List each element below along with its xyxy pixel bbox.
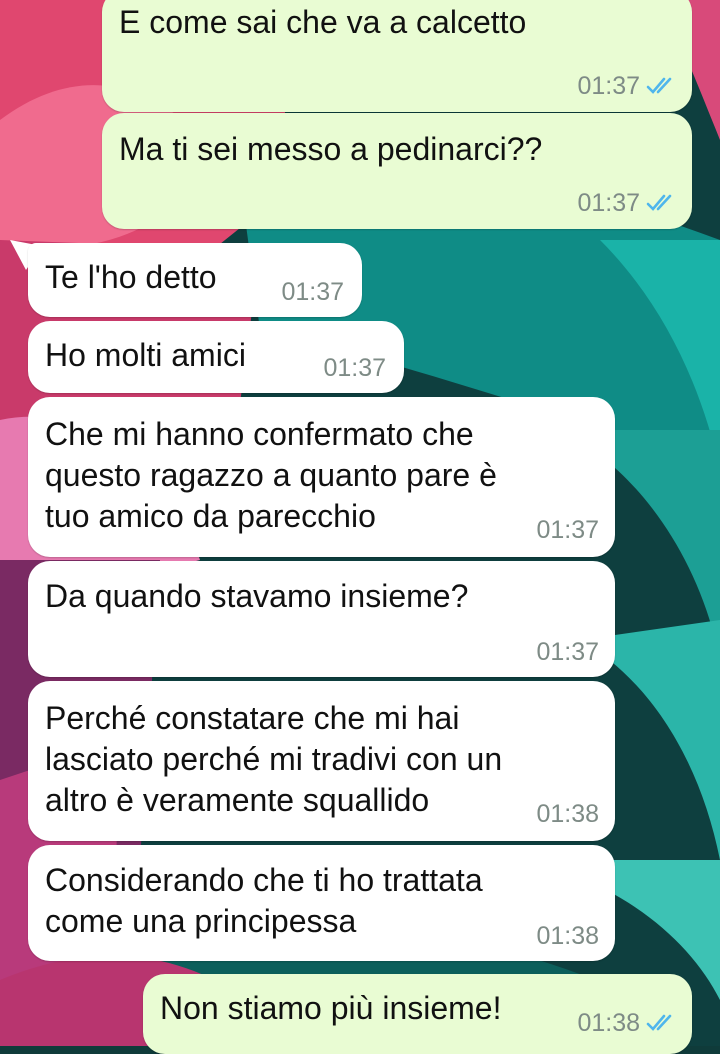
message-time: 01:37 [536, 516, 599, 544]
message-list[interactable]: E come sai che va a calcetto 01:37 Ma ti… [0, 0, 720, 1054]
message-time: 01:38 [536, 800, 599, 828]
message-bubble-incoming[interactable]: Da quando stavamo insieme? 01:37 [28, 561, 615, 677]
message-text: Ma ti sei messo a pedinarci?? [119, 131, 543, 167]
message-text: Perché constatare che mi hai lasciato pe… [45, 700, 503, 818]
message-bubble-outgoing[interactable]: E come sai che va a calcetto 01:37 [102, 0, 692, 112]
message-meta: 01:38 [577, 1009, 678, 1037]
message-text: Che mi hanno confermato che questo ragaz… [45, 416, 497, 534]
message-bubble-outgoing[interactable]: Non stiamo più insieme! 01:38 [143, 974, 692, 1054]
double-check-read-icon [646, 194, 672, 211]
double-check-read-icon [646, 1014, 672, 1031]
message-bubble-incoming[interactable]: Te l'ho detto 01:37 [28, 243, 362, 317]
message-bubble-outgoing[interactable]: Ma ti sei messo a pedinarci?? 01:37 [102, 113, 692, 229]
message-bubble-incoming[interactable]: Perché constatare che mi hai lasciato pe… [28, 681, 615, 841]
message-bubble-incoming[interactable]: Ho molti amici 01:37 [28, 321, 404, 393]
message-time: 01:37 [323, 354, 386, 382]
message-text: Da quando stavamo insieme? [45, 578, 469, 614]
double-check-read-icon [646, 77, 672, 94]
message-text: Non stiamo più insieme! [160, 990, 502, 1026]
message-text: E come sai che va a calcetto [119, 4, 527, 40]
message-meta: 01:37 [577, 72, 678, 100]
message-time: 01:37 [536, 638, 599, 666]
message-time: 01:37 [577, 189, 640, 217]
message-meta: 01:37 [577, 189, 678, 217]
message-bubble-incoming[interactable]: Considerando che ti ho trattata come una… [28, 845, 615, 961]
message-time: 01:37 [577, 72, 640, 100]
message-time: 01:38 [577, 1009, 640, 1037]
message-bubble-incoming[interactable]: Che mi hanno confermato che questo ragaz… [28, 397, 615, 557]
message-time: 01:37 [281, 278, 344, 306]
message-text: Ho molti amici [45, 337, 246, 373]
message-text: Te l'ho detto [45, 259, 217, 295]
message-time: 01:38 [536, 922, 599, 950]
message-text: Considerando che ti ho trattata come una… [45, 862, 483, 939]
